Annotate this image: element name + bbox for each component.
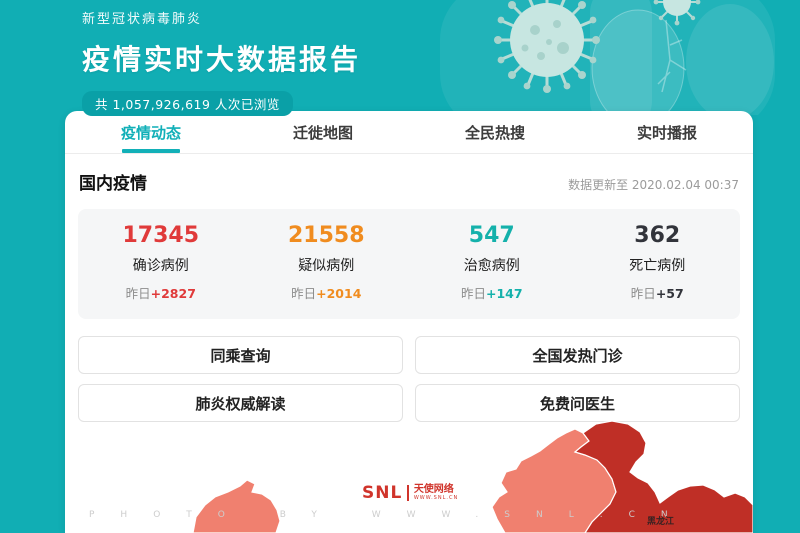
cured-label: 治愈病例 <box>409 255 575 275</box>
confirmed-delta: +2827 <box>151 286 196 301</box>
stat-deaths: 362 死亡病例 昨日+57 <box>575 224 741 302</box>
section-title: 国内疫情 <box>79 169 147 194</box>
tab-label: 全民热搜 <box>465 122 525 143</box>
snl-logo: SNL 天使网络 WWW.SNL.CN <box>362 483 458 503</box>
stat-suspected: 21558 疑似病例 昨日+2014 <box>244 224 410 302</box>
tab-label: 疫情动态 <box>121 122 181 143</box>
confirmed-value: 17345 <box>78 224 244 248</box>
delta-prefix: 昨日 <box>461 286 486 301</box>
tab-label: 迁徙地图 <box>293 122 353 143</box>
lungs-virus-illustration <box>430 0 800 115</box>
section-header: 国内疫情 数据更新至 2020.02.04 00:37 <box>79 169 739 194</box>
snl-logo-text: SNL <box>362 483 402 503</box>
delta-prefix: 昨日 <box>291 286 316 301</box>
stat-confirmed: 17345 确诊病例 昨日+2827 <box>78 224 244 302</box>
suspected-label: 疑似病例 <box>244 255 410 275</box>
virus-icon <box>494 0 600 93</box>
province-xinjiang <box>193 480 280 533</box>
china-map[interactable]: PHOTO BY WWW.SNL.CN SNL 天使网络 WWW.SNL.CN … <box>65 415 753 533</box>
lungs-icon <box>592 4 774 115</box>
stats-panel: 17345 确诊病例 昨日+2827 21558 疑似病例 昨日+2014 54… <box>78 209 740 319</box>
deaths-value: 362 <box>575 224 741 248</box>
tab-bar: 疫情动态 迁徙地图 全民热搜 实时播报 <box>65 111 753 154</box>
cured-delta: +147 <box>486 286 523 301</box>
delta-prefix: 昨日 <box>126 286 151 301</box>
tab-hot-search[interactable]: 全民热搜 <box>409 111 581 153</box>
suspected-delta: +2014 <box>316 286 361 301</box>
snl-logo-url: WWW.SNL.CN <box>414 496 458 501</box>
delta-prefix: 昨日 <box>631 286 656 301</box>
quick-actions: 同乘查询 全国发热门诊 肺炎权威解读 免费问医生 <box>78 336 740 422</box>
active-tab-underline <box>122 149 180 153</box>
header-subtitle: 新型冠状病毒肺炎 <box>82 8 361 27</box>
tab-live-broadcast[interactable]: 实时播报 <box>581 111 753 153</box>
same-trip-query-button[interactable]: 同乘查询 <box>78 336 403 374</box>
deaths-delta: +57 <box>656 286 684 301</box>
snl-logo-cn: 天使网络 <box>414 485 458 495</box>
tab-migration-map[interactable]: 迁徙地图 <box>237 111 409 153</box>
confirmed-label: 确诊病例 <box>78 255 244 275</box>
virus-small-icon <box>654 0 701 25</box>
cured-value: 547 <box>409 224 575 248</box>
fever-clinic-button[interactable]: 全国发热门诊 <box>415 336 740 374</box>
header-banner: 新型冠状病毒肺炎 疫情实时大数据报告 共 1,057,926,619 人次已浏览 <box>0 0 800 111</box>
views-badge: 共 1,057,926,619 人次已浏览 <box>82 91 293 116</box>
suspected-value: 21558 <box>244 224 410 248</box>
tab-epidemic-status[interactable]: 疫情动态 <box>65 111 237 153</box>
page-title: 疫情实时大数据报告 <box>82 38 361 78</box>
data-updated-timestamp: 数据更新至 2020.02.04 00:37 <box>568 176 739 193</box>
deaths-label: 死亡病例 <box>575 255 741 275</box>
stat-cured: 547 治愈病例 昨日+147 <box>409 224 575 302</box>
province-label-heilongjiang: 黑龙江 <box>647 514 674 527</box>
tab-label: 实时播报 <box>637 122 697 143</box>
snl-logo-divider <box>407 485 409 501</box>
content-card: 疫情动态 迁徙地图 全民热搜 实时播报 国内疫情 数据更新至 2020.02.0… <box>65 111 753 533</box>
